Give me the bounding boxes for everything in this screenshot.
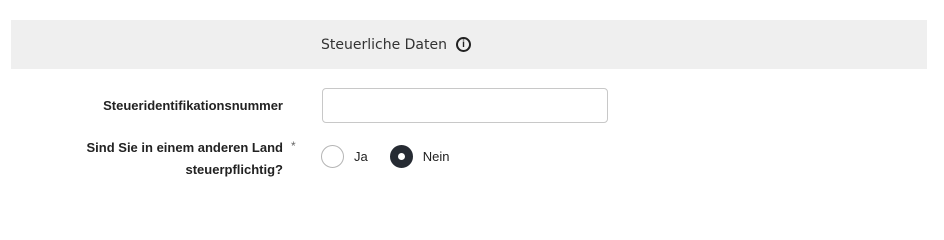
required-marker: * — [291, 139, 296, 153]
taxable-abroad-label-line1: Sind Sie in einem anderen Land — [86, 140, 284, 155]
section-title: Steuerliche Daten — [321, 36, 447, 53]
tax-id-input[interactable] — [322, 88, 608, 123]
radio-selected-dot — [397, 152, 405, 160]
section-header: Steuerliche Daten i — [11, 20, 927, 69]
taxable-abroad-radio-group: Ja Nein — [321, 144, 471, 168]
radio-nein-label: Nein — [422, 148, 450, 164]
info-icon[interactable]: i — [455, 37, 471, 52]
radio-ja[interactable] — [321, 144, 344, 168]
radio-option-ja[interactable]: Ja — [321, 144, 368, 168]
tax-id-label: Steueridentifikationsnummer — [103, 98, 283, 113]
radio-nein[interactable] — [389, 144, 413, 168]
section-title-wrapper: Steuerliche Daten i — [321, 20, 471, 69]
radio-ja-label: Ja — [354, 148, 368, 164]
taxable-abroad-label-line2: steuerpflichtig? — [185, 162, 283, 177]
radio-option-nein[interactable]: Nein — [389, 144, 450, 168]
taxable-abroad-label: Sind Sie in einem anderen Land steuerpfl… — [63, 137, 284, 181]
